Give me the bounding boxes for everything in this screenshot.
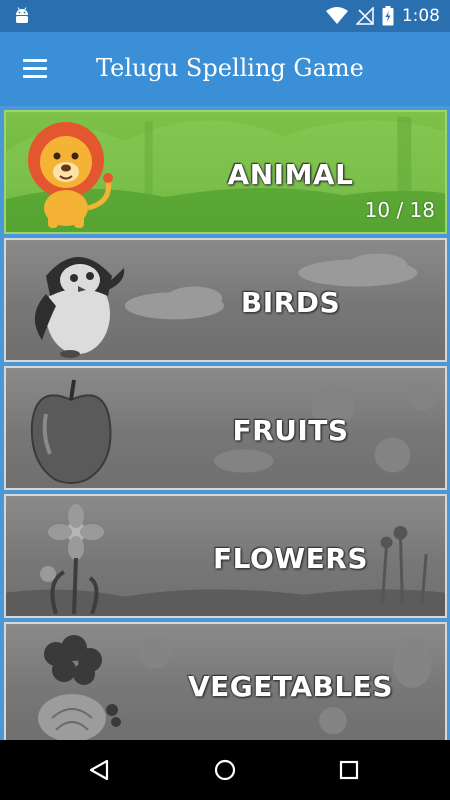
category-list[interactable]: ANIMAL 10 / 18 BIRDS FRUITS FLOWERS VEGE… — [0, 106, 450, 746]
app-bar: Telugu Spelling Game — [0, 32, 450, 106]
battery-charging-icon — [382, 6, 394, 26]
category-label: BIRDS — [240, 285, 341, 319]
clock: 1:08 — [401, 6, 440, 26]
category-label: FLOWERS — [212, 541, 368, 575]
category-card-vegetables[interactable]: VEGETABLES — [4, 622, 447, 746]
lion-icon — [28, 122, 113, 228]
category-card-birds[interactable]: BIRDS — [4, 238, 447, 362]
navigation-bar — [0, 740, 450, 800]
hamburger-menu-icon[interactable] — [14, 50, 54, 86]
recents-icon[interactable] — [331, 752, 367, 788]
category-card-fruits[interactable]: FRUITS — [4, 366, 447, 490]
home-icon[interactable] — [207, 752, 243, 788]
wifi-icon — [325, 7, 348, 24]
android-icon — [16, 7, 28, 23]
vegetables-icon — [38, 635, 121, 742]
penguin-icon — [34, 257, 125, 358]
status-bar: 1:08 — [0, 0, 450, 32]
category-label: VEGETABLES — [188, 669, 393, 703]
flower-icon — [40, 504, 104, 614]
no-signal-icon — [355, 7, 374, 25]
category-progress: 10 / 18 — [364, 198, 435, 222]
category-card-flowers[interactable]: FLOWERS — [4, 494, 447, 618]
back-icon[interactable] — [81, 752, 117, 788]
apple-icon — [30, 379, 112, 484]
app-title: Telugu Spelling Game — [96, 54, 364, 82]
category-label: FRUITS — [232, 413, 349, 447]
category-card-animal[interactable]: ANIMAL 10 / 18 — [4, 110, 447, 234]
